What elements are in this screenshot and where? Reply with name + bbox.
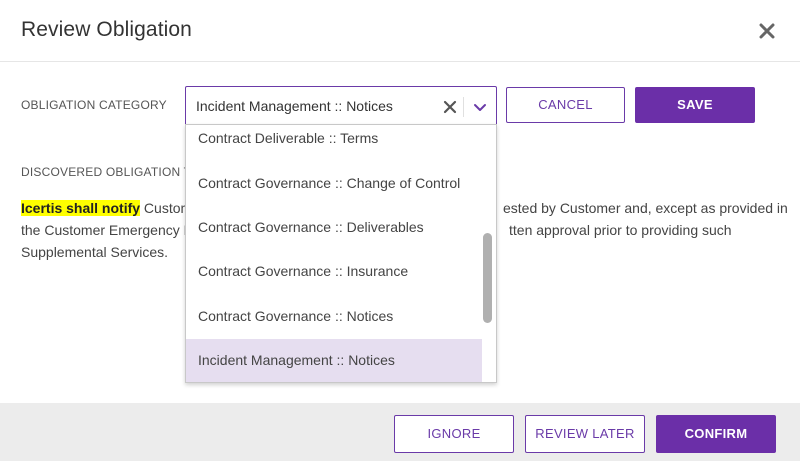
chevron-down-icon[interactable] [472, 99, 488, 115]
dropdown-option[interactable]: Contract Governance :: Deliverables [186, 206, 482, 249]
dropdown-option[interactable]: Contract Governance :: Change of Control [186, 162, 482, 205]
close-icon[interactable] [755, 19, 779, 43]
discovered-obligation-label: DISCOVERED OBLIGATION TE [21, 165, 200, 179]
select-separator [463, 97, 464, 117]
text-line-1b: ested by Customer and, except as provide… [503, 200, 788, 216]
dropdown-option[interactable]: Contract Governance :: Insurance [186, 250, 482, 293]
ignore-button[interactable]: IGNORE [394, 415, 514, 453]
dropdown-scrollbar[interactable] [481, 129, 493, 379]
text-line-2a: the Customer Emergency F [21, 222, 193, 238]
cancel-button[interactable]: CANCEL [506, 87, 625, 123]
clear-icon[interactable] [443, 100, 457, 114]
text-line-1a: Icertis shall notify Custom [21, 197, 192, 219]
dropdown-option[interactable]: Contract Governance :: Notices [186, 295, 482, 338]
confirm-button[interactable]: CONFIRM [656, 415, 776, 453]
dropdown-option-selected[interactable]: Incident Management :: Notices [186, 339, 482, 382]
highlighted-phrase: Icertis shall notify [21, 200, 141, 216]
selected-category-value: Incident Management :: Notices [196, 98, 393, 114]
text-line-2b: tten approval prior to providing such [509, 222, 732, 238]
save-button[interactable]: SAVE [635, 87, 755, 123]
category-dropdown-list[interactable]: Contract Deliverable :: Terms Contract G… [185, 124, 497, 383]
obligation-category-select[interactable]: Incident Management :: Notices [185, 86, 497, 126]
obligation-category-label: OBLIGATION CATEGORY [21, 98, 167, 112]
review-later-button[interactable]: REVIEW LATER [525, 415, 645, 453]
dialog-title: Review Obligation [21, 18, 192, 41]
scrollbar-thumb[interactable] [483, 233, 492, 323]
dialog-header: Review Obligation [0, 0, 800, 62]
text-line-3: Supplemental Services. [21, 244, 169, 260]
dropdown-option[interactable]: Contract Deliverable :: Terms [186, 125, 482, 160]
